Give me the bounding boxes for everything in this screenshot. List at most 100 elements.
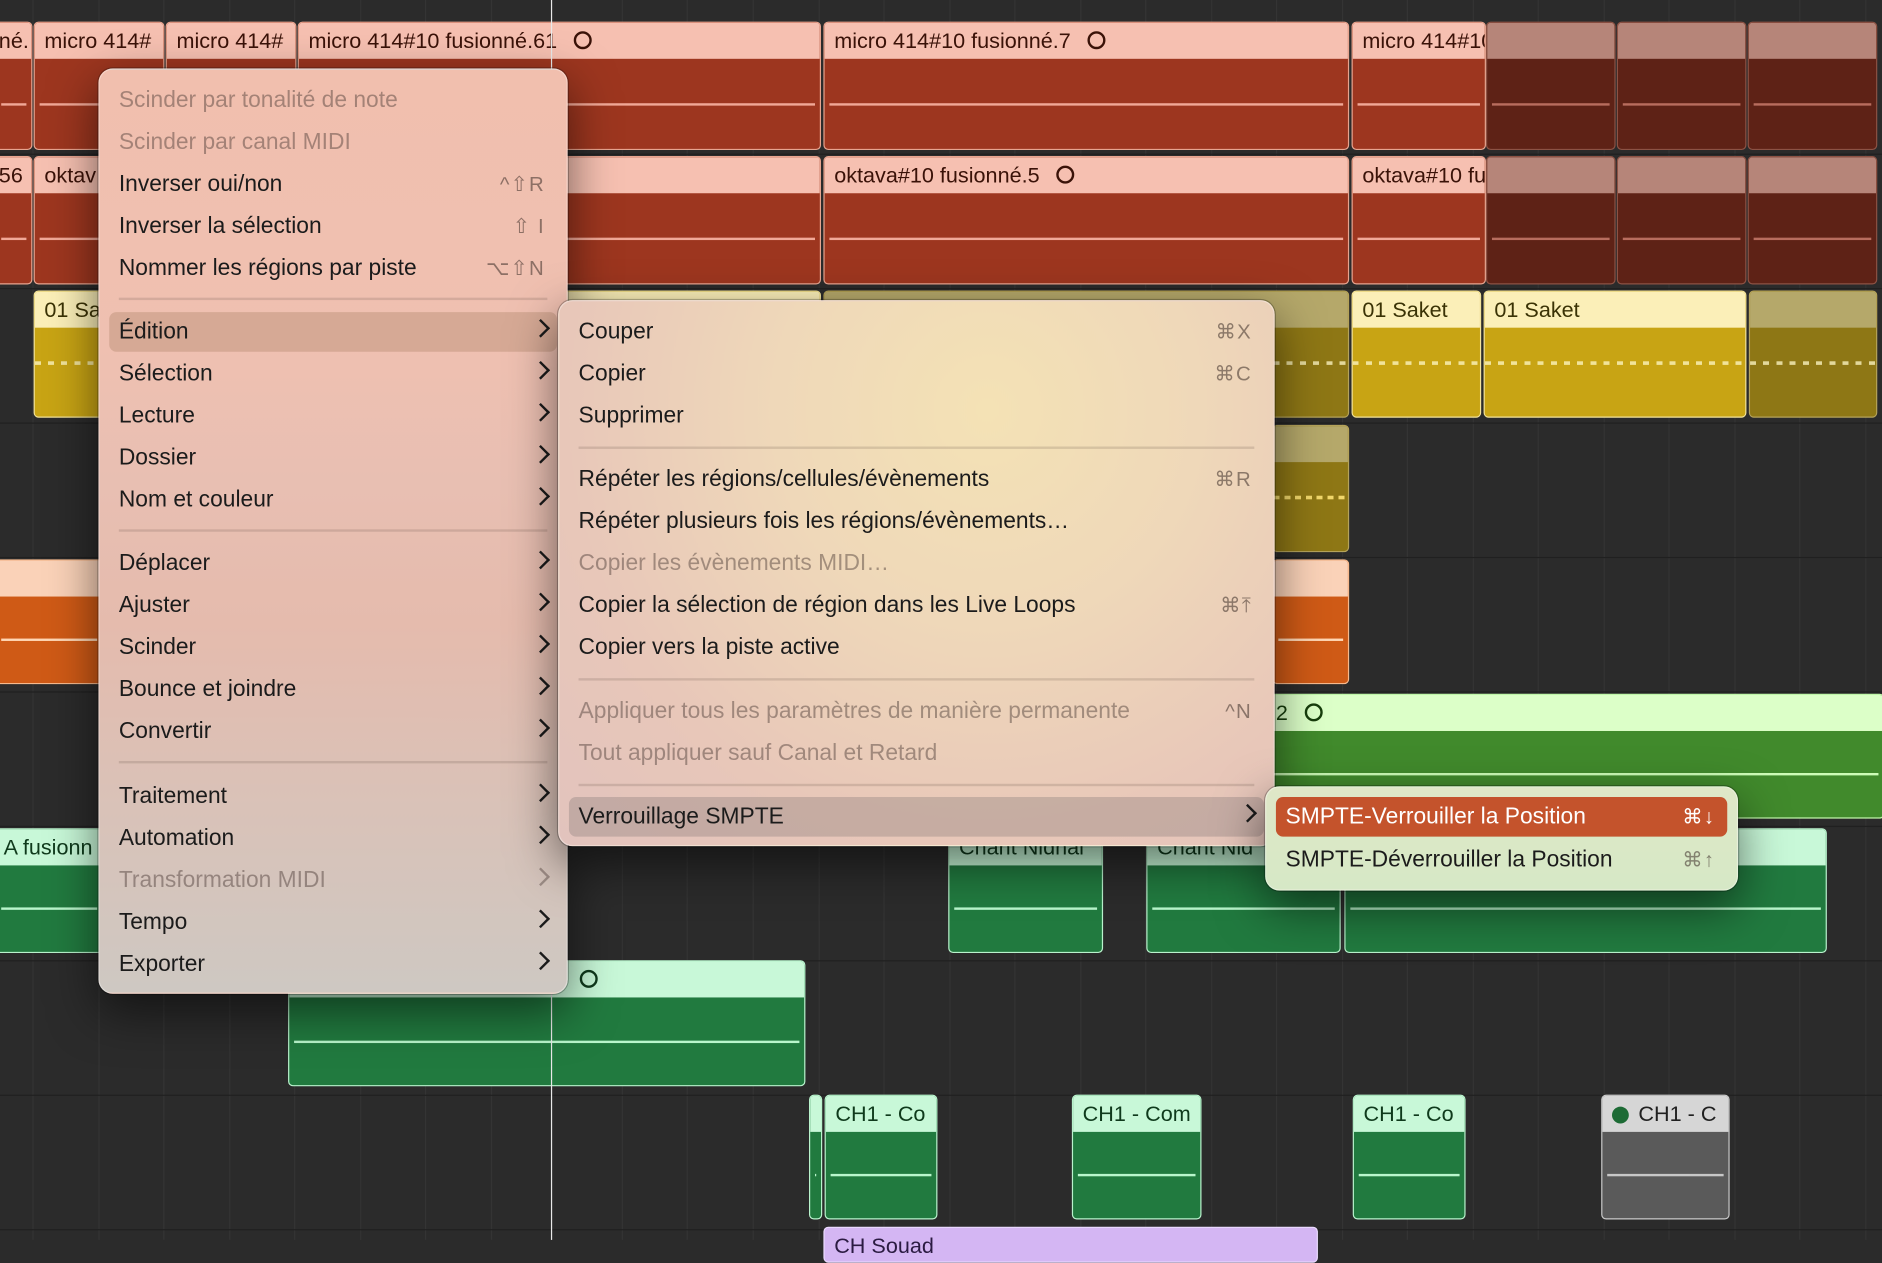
chevron-right-icon bbox=[531, 592, 551, 612]
menu-item-label: Inverser la sélection bbox=[118, 213, 322, 239]
menu-item-smpte-lock[interactable]: Verrouillage SMPTE bbox=[568, 796, 1264, 837]
menu-item-folder[interactable]: Dossier bbox=[109, 438, 557, 478]
audio-region-loop[interactable] bbox=[1616, 21, 1747, 151]
audio-region[interactable] bbox=[0, 559, 104, 685]
menu-item-label: Verrouillage SMPTE bbox=[578, 804, 784, 830]
audio-region[interactable]: oktava#10 fusionné.60 bbox=[1351, 156, 1486, 285]
menu-item-label: Inverser oui/non bbox=[118, 171, 283, 197]
menu-item-label: Scinder par tonalité de note bbox=[118, 87, 398, 113]
region-name: 01 Saket bbox=[1484, 291, 1746, 328]
shortcut-label: ⌘↑ bbox=[1682, 848, 1716, 872]
chevron-right-icon bbox=[531, 909, 551, 929]
audio-region[interactable] bbox=[809, 1094, 823, 1220]
menu-item-label: Scinder par canal MIDI bbox=[118, 129, 351, 155]
loop-icon bbox=[1304, 703, 1323, 722]
menu-item-smpte-unlock-position[interactable]: SMPTE-Déverrouiller la Position ⌘↑ bbox=[1276, 840, 1727, 880]
audio-region[interactable]: CH1 - Com bbox=[1071, 1094, 1202, 1220]
menu-item-label: Convertir bbox=[118, 718, 212, 745]
chevron-right-icon bbox=[531, 360, 551, 380]
menu-item-split[interactable]: Scinder bbox=[109, 628, 557, 668]
menu-item-copy[interactable]: Copier ⌘C bbox=[569, 354, 1264, 394]
audio-region[interactable]: CH Souad bbox=[823, 1226, 1318, 1263]
menu-item-label: Sélection bbox=[118, 361, 213, 387]
menu-item-tempo[interactable]: Tempo bbox=[109, 903, 557, 943]
menu-item-repeat-regions[interactable]: Répéter les régions/cellules/évènements ⌘… bbox=[569, 460, 1264, 500]
audio-region-loop[interactable] bbox=[1485, 21, 1616, 151]
chevron-right-icon bbox=[531, 718, 551, 738]
audio-region[interactable]: 56 bbox=[0, 156, 33, 285]
menu-item-playback[interactable]: Lecture bbox=[109, 396, 557, 436]
region-name: 56 bbox=[0, 157, 32, 194]
menu-item-apply-all-parameters[interactable]: Appliquer tous les paramètres de manière… bbox=[569, 691, 1264, 731]
midi-region[interactable]: 01 Saket bbox=[1351, 290, 1482, 418]
audio-region[interactable]: micro 414#10 fusionné.7 bbox=[823, 21, 1350, 151]
audio-region[interactable]: né. bbox=[0, 21, 33, 151]
audio-region[interactable]: micro 414#10 fusionné.60 bbox=[1351, 21, 1486, 151]
shortcut-label: ^⇧R bbox=[499, 172, 545, 196]
menu-item-trim[interactable]: Ajuster bbox=[109, 586, 557, 626]
menu-item-name-and-color[interactable]: Nom et couleur bbox=[109, 480, 557, 520]
region-name: micro 414#10 fusionné.7 bbox=[834, 28, 1071, 53]
region-name: CH1 - C bbox=[1638, 1101, 1717, 1126]
audio-region-loop[interactable] bbox=[1747, 21, 1878, 151]
menu-item-copy-midi-events[interactable]: Copier les évènements MIDI… bbox=[569, 544, 1264, 584]
chevron-right-icon bbox=[531, 676, 551, 696]
region-name: micro 414# bbox=[166, 22, 296, 59]
menu-item-cut[interactable]: Couper ⌘X bbox=[569, 312, 1264, 352]
audio-region[interactable]: CH1 - Co bbox=[824, 1094, 938, 1220]
audio-region[interactable] bbox=[1272, 559, 1350, 685]
menu-item-selection[interactable]: Sélection bbox=[109, 354, 557, 394]
menu-item-repeat-multiple[interactable]: Répéter plusieurs fois les régions/évène… bbox=[569, 502, 1264, 542]
audio-region[interactable]: CH1 - Co bbox=[1352, 1094, 1466, 1220]
menu-item-label: Copier la sélection de région dans les L… bbox=[578, 592, 1076, 619]
menu-item-smpte-lock-position[interactable]: SMPTE-Verrouiller la Position ⌘↓ bbox=[1275, 796, 1728, 837]
menu-item-copy-to-live-loops[interactable]: Copier la sélection de région dans les L… bbox=[569, 586, 1264, 626]
midi-region[interactable]: 01 Saket bbox=[1483, 290, 1747, 418]
muted-audio-region[interactable]: CH1 - C bbox=[1601, 1094, 1730, 1220]
menu-item-split-by-pitch[interactable]: Scinder par tonalité de note bbox=[109, 80, 557, 120]
chevron-right-icon bbox=[531, 783, 551, 803]
shortcut-label: ⌘X bbox=[1215, 320, 1252, 344]
audio-region-loop[interactable] bbox=[1747, 156, 1878, 285]
region-name: 01 Saket bbox=[1352, 291, 1480, 328]
menu-item-label: Traitement bbox=[118, 783, 227, 810]
menu-item-processing[interactable]: Traitement bbox=[109, 777, 557, 817]
chevron-right-icon bbox=[531, 444, 551, 464]
menu-item-convert[interactable]: Convertir bbox=[109, 712, 557, 752]
menu-item-apply-all-except[interactable]: Tout appliquer sauf Canal et Retard bbox=[569, 733, 1264, 773]
region-name: A fusionn bbox=[0, 829, 103, 866]
menu-item-label: Répéter les régions/cellules/évènements bbox=[578, 466, 990, 493]
menu-item-delete[interactable]: Supprimer bbox=[569, 396, 1264, 436]
menu-item-label: Automation bbox=[118, 825, 235, 852]
audio-region-loop[interactable] bbox=[1616, 156, 1747, 285]
loop-icon bbox=[1056, 165, 1075, 184]
audio-region[interactable]: Chant Nidhal bbox=[948, 828, 1104, 954]
menu-item-label: Dossier bbox=[118, 445, 197, 471]
menu-item-mute-toggle[interactable]: Inverser oui/non ^⇧R bbox=[109, 164, 557, 204]
menu-item-label: Nom et couleur bbox=[118, 487, 274, 513]
audio-region[interactable]: oktava#10 fusionné.5 bbox=[823, 156, 1350, 285]
menu-item-bounce-and-join[interactable]: Bounce et joindre bbox=[109, 670, 557, 710]
menu-item-edit[interactable]: Édition bbox=[109, 312, 557, 352]
loop-icon bbox=[579, 969, 598, 988]
shortcut-label: ⌘⤒ bbox=[1220, 594, 1252, 617]
menu-item-split-by-midi-channel[interactable]: Scinder par canal MIDI bbox=[109, 122, 557, 162]
audio-region-loop[interactable] bbox=[1485, 156, 1616, 285]
menu-item-copy-to-active-track[interactable]: Copier vers la piste active bbox=[569, 628, 1264, 668]
midi-region[interactable] bbox=[1272, 424, 1350, 553]
menu-item-label: Scinder bbox=[118, 634, 197, 661]
menu-item-invert-selection[interactable]: Inverser la sélection ⇧ I bbox=[109, 206, 557, 246]
menu-item-label: Copier bbox=[578, 361, 646, 387]
menu-item-automation[interactable]: Automation bbox=[109, 819, 557, 859]
menu-item-midi-transform[interactable]: Transformation MIDI bbox=[109, 861, 557, 901]
menu-item-name-regions-by-track[interactable]: Nommer les régions par piste ⌥⇧N bbox=[109, 248, 557, 288]
menu-item-label: SMPTE-Déverrouiller la Position bbox=[1285, 847, 1613, 873]
menu-item-export[interactable]: Exporter bbox=[109, 945, 557, 985]
menu-item-label: Appliquer tous les paramètres de manière… bbox=[578, 698, 1131, 724]
midi-region-loop[interactable] bbox=[1748, 290, 1878, 418]
menu-item-move[interactable]: Déplacer bbox=[109, 544, 557, 584]
audio-region[interactable]: A fusionn bbox=[0, 828, 104, 954]
arrange-area: né. micro 414# micro 414# micro 414#10 f… bbox=[0, 0, 1882, 1263]
chevron-right-icon bbox=[531, 951, 551, 971]
chevron-right-icon bbox=[531, 402, 551, 422]
